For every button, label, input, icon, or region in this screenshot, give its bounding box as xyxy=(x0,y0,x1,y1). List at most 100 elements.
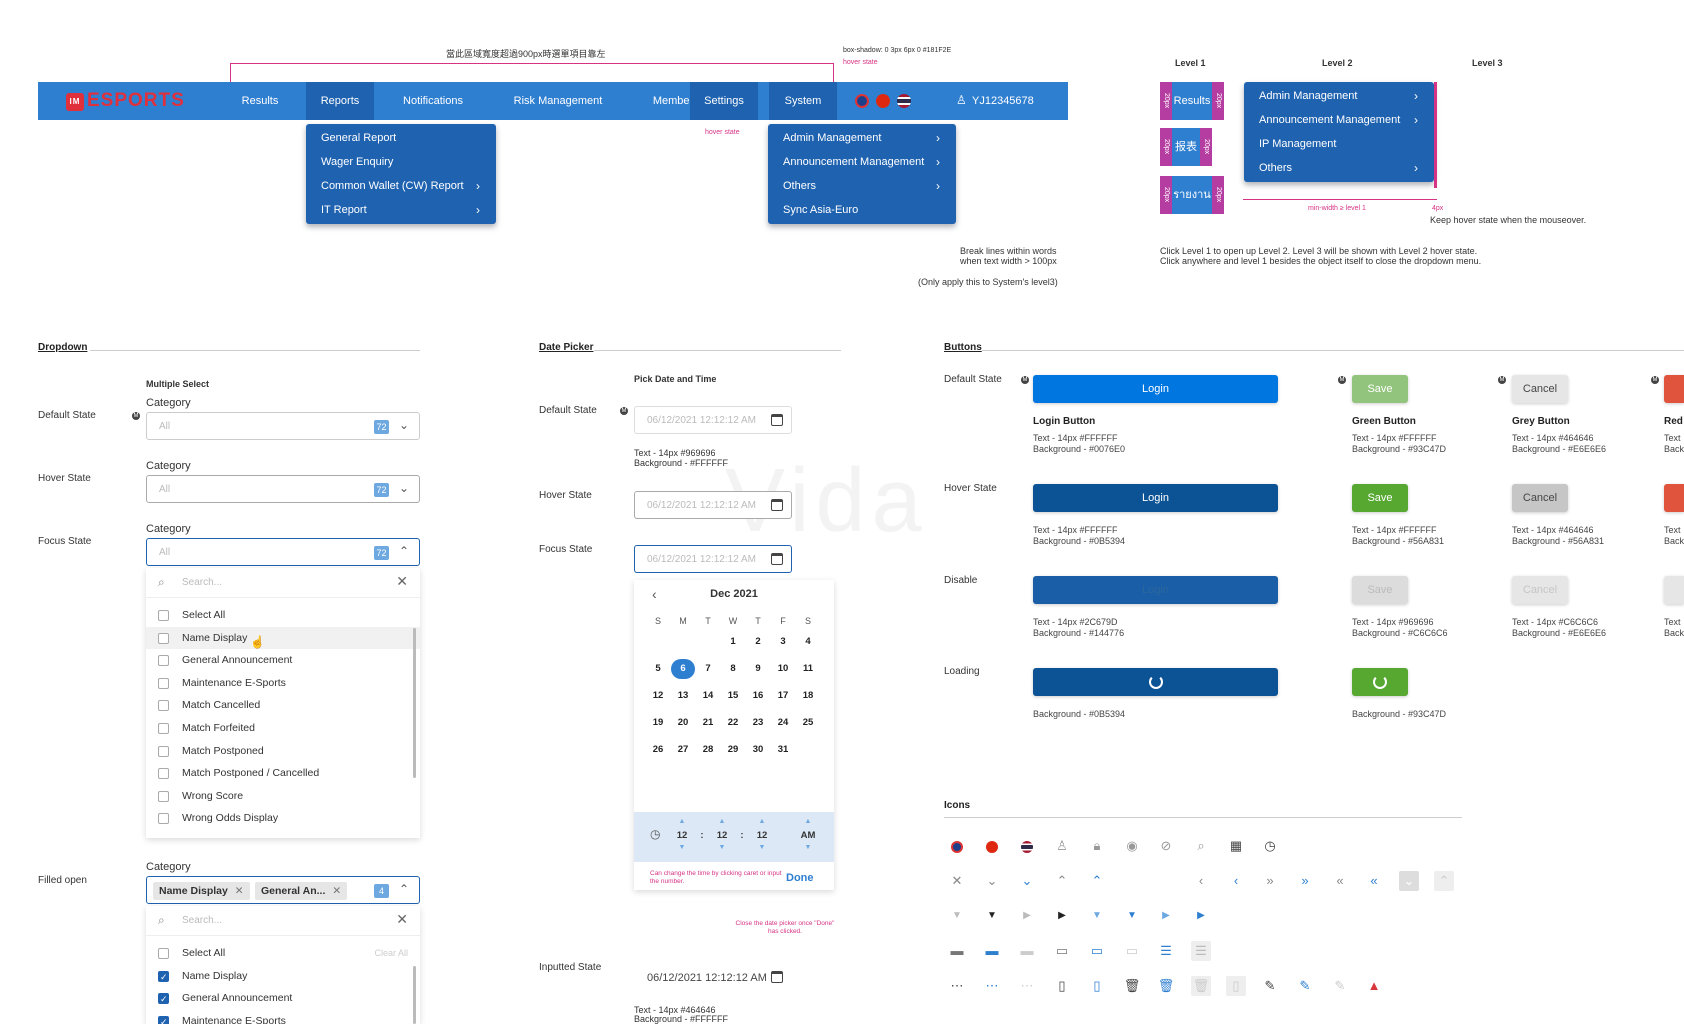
calendar-day[interactable]: 27 xyxy=(671,740,695,760)
calendar-day[interactable]: 21 xyxy=(696,713,720,733)
calendar-day[interactable]: 1 xyxy=(721,632,745,652)
caret-down-icon[interactable]: ▼ xyxy=(796,844,820,851)
option-match-forfeited[interactable]: Match Forfeited xyxy=(146,717,420,740)
menu-item-cw-report[interactable]: Common Wallet (CW) Report › xyxy=(306,174,496,198)
checkbox[interactable] xyxy=(158,700,169,712)
search-input[interactable]: Search... xyxy=(182,915,222,926)
option-wrong-odds-display[interactable]: Wrong Odds Display xyxy=(146,807,420,830)
calendar-day[interactable]: 29 xyxy=(721,740,745,760)
menu-item-sync-asia-euro[interactable]: Sync Asia-Euro xyxy=(768,198,956,222)
login-button-default[interactable]: Login xyxy=(1033,375,1278,403)
checkbox[interactable] xyxy=(158,610,169,621)
calendar-day[interactable]: 18 xyxy=(796,686,820,706)
menu-item-admin-management[interactable]: Admin Management › xyxy=(768,126,956,150)
red-button-default[interactable] xyxy=(1664,375,1684,403)
checkbox-checked[interactable] xyxy=(158,1011,169,1024)
calendar-day[interactable]: 25 xyxy=(796,713,820,733)
login-button-hover[interactable]: Login xyxy=(1033,484,1278,512)
time-ampm[interactable]: AM xyxy=(796,830,820,841)
calendar-day[interactable]: 17 xyxy=(771,686,795,706)
calendar-day[interactable]: 19 xyxy=(646,713,670,733)
checkbox[interactable] xyxy=(158,813,169,825)
calendar-day[interactable]: 12 xyxy=(646,686,670,706)
level2-ip-management[interactable]: IP Management xyxy=(1244,132,1434,156)
esports-logo[interactable]: IM ESPORTS xyxy=(66,90,185,112)
nav-system[interactable]: System xyxy=(769,82,837,120)
calendar-day[interactable]: 28 xyxy=(696,740,720,760)
checkbox[interactable] xyxy=(158,677,169,689)
level1-results[interactable]: 20px Results 20px xyxy=(1160,82,1224,120)
category-select-focus[interactable]: All 72 ⌃ xyxy=(146,538,420,566)
category-select-default[interactable]: All 72 ⌄ xyxy=(146,412,420,440)
dropdown-search[interactable]: ⌕ Search... ✕ xyxy=(146,906,420,936)
checkbox[interactable] xyxy=(158,948,169,959)
dropdown-search[interactable]: ⌕ Search... ✕ xyxy=(146,568,420,598)
checkbox[interactable] xyxy=(158,655,169,667)
user-id[interactable]: YJ12345678 xyxy=(972,95,1034,107)
search-input[interactable]: Search... xyxy=(182,577,222,588)
option-name-display[interactable]: Name Display xyxy=(146,965,420,988)
caret-up-icon[interactable]: ▲ xyxy=(710,818,734,825)
calendar-day[interactable]: 26 xyxy=(646,740,670,760)
checkbox-checked[interactable] xyxy=(158,966,169,988)
caret-up-icon[interactable]: ▲ xyxy=(796,818,820,825)
save-button-hover[interactable]: Save xyxy=(1352,484,1408,512)
calendar-day[interactable]: 30 xyxy=(746,740,770,760)
option-name-display[interactable]: Name Display ☝ xyxy=(146,626,420,650)
datepicker-hover[interactable]: 06/12/2021 12:12:12 AM xyxy=(634,491,792,519)
menu-item-others[interactable]: Others › xyxy=(768,174,956,198)
thailand-flag-icon[interactable] xyxy=(897,94,911,108)
checkbox[interactable] xyxy=(158,790,169,802)
calendar-day[interactable]: 14 xyxy=(696,686,720,706)
nav-reports[interactable]: Reports xyxy=(306,82,374,120)
calendar-day[interactable]: 5 xyxy=(646,659,670,679)
done-button[interactable]: Done xyxy=(786,872,814,884)
option-maintenance-esports[interactable]: Maintenance E-Sports xyxy=(146,1010,420,1024)
calendar-day[interactable]: 24 xyxy=(771,713,795,733)
menu-item-wager-enquiry[interactable]: Wager Enquiry xyxy=(306,150,496,174)
checkbox[interactable] xyxy=(158,768,169,780)
level2-announcement-management[interactable]: Announcement Management › xyxy=(1244,108,1434,132)
category-select-filled[interactable]: Name Display ✕ General An... ✕ 4 ⌃ xyxy=(146,876,420,904)
nav-settings[interactable]: Settings xyxy=(690,82,758,120)
calendar-day[interactable]: 16 xyxy=(746,686,770,706)
datepicker-inputted[interactable]: 06/12/2021 12:12:12 AM xyxy=(634,963,792,991)
calendar-day[interactable]: 22 xyxy=(721,713,745,733)
level1-chinese[interactable]: 20px 报表 20px xyxy=(1160,128,1212,166)
datepicker-focus[interactable]: 06/12/2021 12:12:12 AM xyxy=(634,545,792,573)
calendar-day[interactable]: 15 xyxy=(721,686,745,706)
red-button-hover[interactable] xyxy=(1664,484,1684,512)
calendar-day[interactable]: 31 xyxy=(771,740,795,760)
calendar-day[interactable]: 11 xyxy=(796,659,820,679)
chip-name-display[interactable]: Name Display ✕ xyxy=(153,882,250,900)
nav-results[interactable]: Results xyxy=(225,82,295,120)
cancel-button-hover[interactable]: Cancel xyxy=(1512,484,1568,512)
checkbox-checked[interactable] xyxy=(158,988,169,1011)
calendar-day[interactable]: 2 xyxy=(746,632,770,652)
calendar-day[interactable]: 23 xyxy=(746,713,770,733)
option-general-announcement[interactable]: General Announcement xyxy=(146,649,420,672)
calendar-icon[interactable] xyxy=(771,414,783,426)
calendar-day[interactable]: 3 xyxy=(771,632,795,652)
scrollbar[interactable] xyxy=(413,628,416,778)
checkbox[interactable] xyxy=(158,745,169,757)
chip-general-announcement[interactable]: General An... ✕ xyxy=(255,882,348,900)
calendar-icon[interactable] xyxy=(771,553,783,565)
calendar-day[interactable]: 8 xyxy=(721,659,745,679)
close-icon[interactable]: ✕ xyxy=(332,885,341,897)
menu-item-it-report[interactable]: IT Report › xyxy=(306,198,496,222)
caret-down-icon[interactable]: ▼ xyxy=(750,844,774,851)
option-select-all[interactable]: Select All xyxy=(146,604,420,627)
calendar-icon[interactable] xyxy=(771,971,783,983)
calendar-day[interactable]: 7 xyxy=(696,659,720,679)
uk-flag-icon[interactable] xyxy=(855,94,869,108)
datepicker-default[interactable]: 06/12/2021 12:12:12 AM xyxy=(634,406,792,434)
option-general-announcement[interactable]: General Announcement xyxy=(146,987,420,1011)
close-icon[interactable]: ✕ xyxy=(235,885,244,897)
calendar-day[interactable]: 13 xyxy=(671,686,695,706)
caret-down-icon[interactable]: ▼ xyxy=(710,844,734,851)
caret-down-icon[interactable]: ▼ xyxy=(670,844,694,851)
checkbox[interactable] xyxy=(158,722,169,734)
level2-others[interactable]: Others › xyxy=(1244,156,1434,180)
save-button-default[interactable]: Save xyxy=(1352,375,1408,403)
